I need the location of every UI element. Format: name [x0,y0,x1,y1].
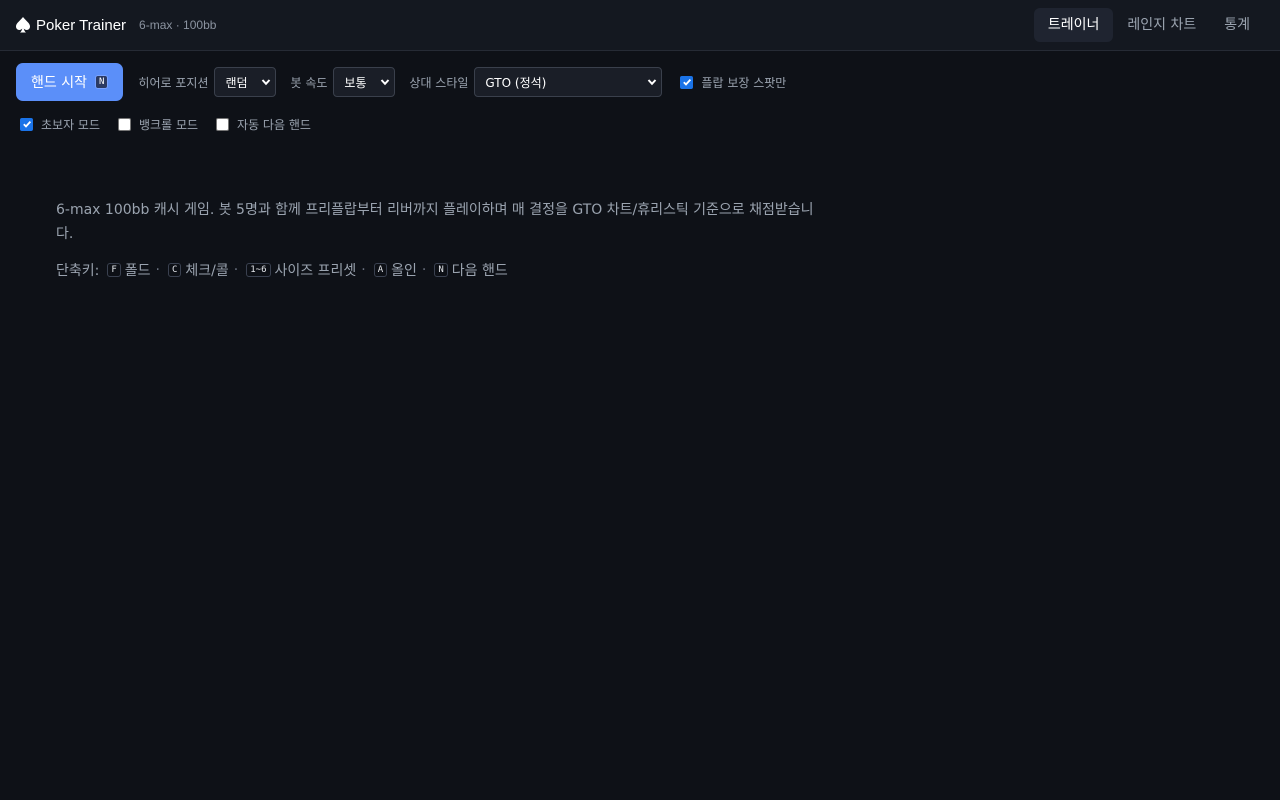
tab-range-chart[interactable]: 레인지 차트 [1113,8,1210,42]
shortcut-check-call: C 체크/콜 [168,260,229,280]
shortcut-all-in: A 올인 [373,260,417,280]
separator-dot: · [233,262,239,278]
top-header: Poker Trainer 6-max · 100bb 트레이너 레인지 차트 … [0,0,1280,51]
bot-speed-select[interactable]: 보통 [333,67,396,97]
shortcut-label: 폴드 [124,263,151,279]
app-title: Poker Trainer [36,16,127,34]
bankroll-mode-toggle[interactable]: 뱅크롤 모드 [118,116,198,133]
tab-stats[interactable]: 통계 [1210,8,1264,42]
brand: Poker Trainer 6-max · 100bb [16,14,216,36]
shortcut-label: 체크/콜 [185,263,229,279]
beginner-mode-label: 초보자 모드 [41,117,101,132]
start-hand-shortcut-key: N [94,75,109,89]
check-icon [683,78,691,86]
shortcut-size-preset: 1~6 사이즈 프리셋 [246,260,356,280]
separator-dot: · [155,262,160,278]
shortcut-list: 단축키: F 폴드 · C 체크/콜 · 1~6 사이즈 프리셋 · A 올인 … [56,260,826,280]
mode-options: 초보자 모드 뱅크롤 모드 자동 다음 핸드 [20,116,311,133]
shortcut-key: 1~6 [246,263,271,277]
shortcut-label: 사이즈 프리셋 [274,263,357,279]
auto-next-hand-checkbox[interactable] [216,117,230,131]
beginner-mode-checkbox[interactable] [20,117,33,131]
flop-only-label: 플랍 보장 스팟만 [701,75,787,90]
opponent-style-value: GTO (정석) [485,75,547,90]
separator-dot: · [421,262,427,278]
chevron-down-icon [648,79,657,86]
shortcut-label: 다음 핸드 [451,263,508,279]
bankroll-mode-label: 뱅크롤 모드 [139,117,199,132]
app-subtitle: 6-max · 100bb [139,18,217,32]
chevron-down-icon [262,79,271,86]
auto-next-hand-toggle[interactable]: 자동 다음 핸드 [216,116,311,133]
flop-only-checkbox[interactable] [680,75,694,89]
hero-position-value: 랜덤 [225,75,248,90]
shortcut-key: F [107,263,121,277]
auto-next-hand-label: 자동 다음 핸드 [237,117,311,132]
start-hand-button[interactable]: 핸드 시작 N [16,63,124,101]
shortcut-next-hand: N 다음 핸드 [434,260,508,280]
chevron-down-icon [381,79,390,86]
opponent-style-label: 상대 스타일 [409,75,469,90]
toolbar: 핸드 시작 N 히어로 포지션 랜덤 봇 속도 보통 상대 스타일 GTO (정… [16,63,786,101]
flop-only-toggle[interactable]: 플랍 보장 스팟만 [680,74,786,91]
hero-position-label: 히어로 포지션 [138,75,209,90]
shortcut-label: 올인 [391,263,417,279]
check-icon [22,120,31,128]
spade-icon [16,17,30,33]
opponent-style-select[interactable]: GTO (정석) [474,67,663,97]
bot-speed-value: 보통 [344,75,367,90]
start-hand-label: 핸드 시작 [31,75,87,91]
main-nav: 트레이너 레인지 차트 통계 [1033,8,1264,42]
shortcuts-label: 단축키: [56,263,100,279]
intro-panel: 6-max 100bb 캐시 게임. 봇 5명과 함께 프리플랍부터 리버까지 … [56,198,826,280]
separator-dot: · [361,262,366,278]
shortcut-key: N [434,263,448,277]
bot-speed-label: 봇 속도 [290,75,328,90]
bankroll-mode-checkbox[interactable] [118,117,132,131]
shortcut-key: C [168,263,182,277]
hero-position-select[interactable]: 랜덤 [214,67,277,97]
shortcut-key: A [373,263,388,277]
intro-text: 6-max 100bb 캐시 게임. 봇 5명과 함께 프리플랍부터 리버까지 … [56,202,814,242]
beginner-mode-toggle[interactable]: 초보자 모드 [20,116,100,133]
shortcut-fold: F 폴드 [107,260,151,280]
tab-trainer[interactable]: 트레이너 [1033,8,1114,42]
